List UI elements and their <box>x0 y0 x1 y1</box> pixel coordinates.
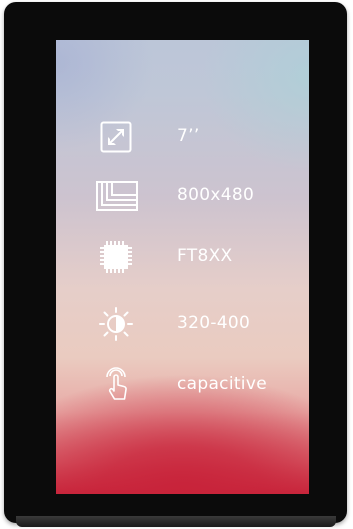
spec-row-resolution: 800x480 <box>56 176 309 216</box>
spec-label-touch: capacitive <box>177 374 267 394</box>
spec-row-touch: capacitive <box>56 365 309 405</box>
touch-icon <box>98 367 134 403</box>
resolution-icon <box>96 178 138 214</box>
spec-label-resolution: 800x480 <box>177 185 255 205</box>
spec-row-brightness: 320-400 <box>56 304 309 344</box>
spec-row-controller: FT8XX <box>56 237 309 277</box>
spec-label-size: 7’’ <box>177 126 200 146</box>
screen-size-icon <box>98 119 134 155</box>
spec-row-size: 7’’ <box>56 117 309 157</box>
spec-label-controller: FT8XX <box>177 246 233 266</box>
brightness-icon <box>98 306 134 342</box>
chip-icon <box>98 239 134 275</box>
spec-label-brightness: 320-400 <box>177 313 251 333</box>
display-bezel-base <box>16 516 336 527</box>
display-screen: 7’’ 800x480 FT8XX 320-400 capacitive <box>56 40 309 494</box>
